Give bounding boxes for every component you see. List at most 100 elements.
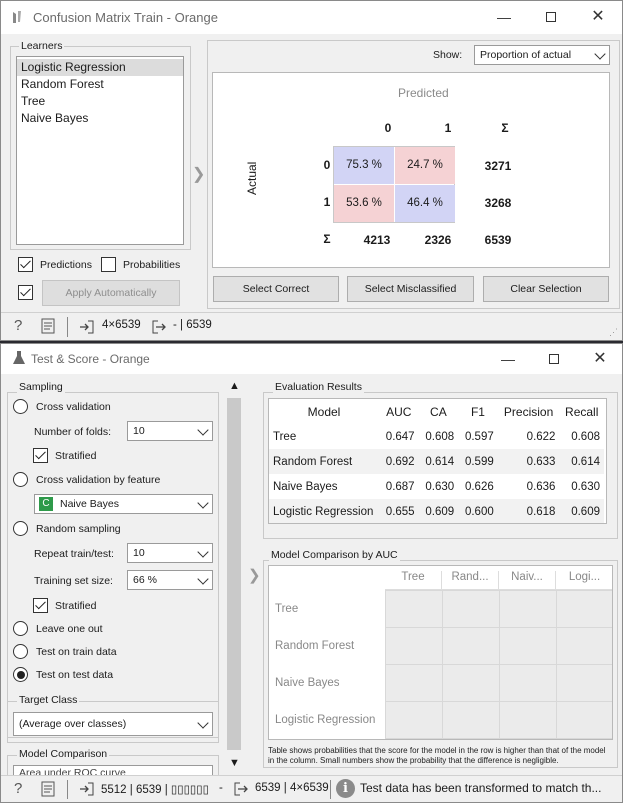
feature-select[interactable]: C Naive Bayes: [34, 494, 213, 514]
column-header-f1[interactable]: F1: [458, 399, 498, 424]
table-row[interactable]: Tree 0.647 0.608 0.597 0.622 0.608: [269, 424, 604, 449]
target-class-value: (Average over classes): [19, 718, 127, 730]
precision-value: 0.636: [526, 480, 556, 493]
random-sampling-radio[interactable]: [13, 521, 28, 536]
splitter-arrow-icon[interactable]: ❯: [192, 164, 205, 184]
model-comparison-label: Model Comparison: [17, 748, 110, 760]
close-icon[interactable]: ✕: [585, 347, 615, 371]
column-header-precision[interactable]: Precision: [498, 399, 560, 424]
info-icon[interactable]: i: [336, 779, 355, 798]
matrix-cell-wrong[interactable]: 24.7 %: [395, 147, 455, 184]
comparison-row-header[interactable]: Logistic Regression: [275, 714, 375, 726]
comparison-row-header[interactable]: Naive Bayes: [275, 677, 340, 689]
target-class-label: Target Class: [17, 694, 80, 706]
status-output-summary: 6539 | 4×6539: [255, 782, 329, 794]
status-separator: [67, 780, 68, 799]
scroll-down-icon[interactable]: ▼: [229, 757, 240, 769]
col-header: 1: [444, 121, 452, 135]
matrix-cell-wrong[interactable]: 53.6 %: [334, 185, 394, 222]
comparison-row-header[interactable]: Random Forest: [275, 640, 354, 652]
column-header-model[interactable]: Model: [269, 399, 379, 424]
stratified-checkbox[interactable]: [33, 448, 48, 463]
recall-value: 0.614: [559, 449, 604, 474]
leave-one-out-label: Leave one out: [36, 623, 103, 635]
status-info-message[interactable]: Test data has been transformed to match …: [360, 781, 601, 795]
auc-value: 0.692: [379, 449, 419, 474]
test-on-train-label: Test on train data: [36, 646, 117, 658]
matrix-cell-correct[interactable]: 46.4 %: [395, 185, 455, 222]
show-select[interactable]: Proportion of actual: [474, 45, 610, 65]
recall-value: 0.609: [559, 499, 604, 523]
predictions-checkbox[interactable]: [18, 257, 33, 272]
cv-by-feature-radio[interactable]: [13, 472, 28, 487]
cross-validation-radio[interactable]: [13, 399, 28, 414]
probabilities-checkbox[interactable]: [101, 257, 116, 272]
apply-automatically-button[interactable]: Apply Automatically: [42, 280, 180, 306]
resize-grip-icon[interactable]: ⋰: [609, 327, 618, 338]
title-bar[interactable]: Test & Score - Orange — ✕: [1, 344, 622, 374]
evaluation-table: Model AUC CA F1 Precision Recall Tree 0.…: [268, 398, 607, 524]
scroll-up-icon[interactable]: ▲: [229, 380, 240, 392]
comparison-col-header[interactable]: Rand...: [442, 571, 499, 590]
comparison-col-header[interactable]: Logi...: [556, 571, 612, 590]
confusion-matrix-view: Predicted Actual 0 1 Σ 0 1 Σ 75.3 % 24.7…: [212, 72, 610, 268]
comparison-col-header[interactable]: Naiv...: [499, 571, 556, 590]
table-row[interactable]: Naive Bayes 0.687 0.630 0.626 0.636 0.63…: [269, 474, 604, 499]
select-correct-button[interactable]: Select Correct: [213, 276, 339, 302]
repeat-select[interactable]: 10: [127, 543, 213, 563]
select-misclassified-button[interactable]: Select Misclassified: [347, 276, 474, 302]
show-label: Show:: [433, 49, 463, 61]
column-header-ca[interactable]: CA: [419, 399, 459, 424]
help-icon[interactable]: ?: [14, 780, 22, 797]
show-select-value: Proportion of actual: [480, 49, 572, 61]
row-header: Σ: [323, 232, 331, 246]
stratified-label: Stratified: [55, 600, 97, 612]
actual-label: Actual: [245, 161, 259, 195]
matrix-cells: 75.3 % 24.7 % 53.6 % 46.4 %: [333, 146, 455, 223]
help-icon[interactable]: ?: [14, 317, 22, 334]
report-icon[interactable]: [41, 318, 55, 334]
learner-item[interactable]: Naive Bayes: [17, 110, 183, 127]
scrollbar-thumb[interactable]: [227, 398, 241, 750]
learner-item[interactable]: Tree: [17, 93, 183, 110]
apply-automatically-checkbox[interactable]: [18, 285, 33, 300]
table-row[interactable]: Logistic Regression 0.655 0.609 0.600 0.…: [269, 499, 604, 523]
target-class-select[interactable]: (Average over classes): [13, 712, 213, 736]
test-on-test-radio[interactable]: [13, 667, 28, 682]
model-comparison-by-auc-label: Model Comparison by AUC: [269, 549, 400, 561]
learner-item[interactable]: Logistic Regression: [17, 59, 183, 76]
maximize-icon[interactable]: [536, 5, 566, 29]
status-bar: ? 5512 | 6539 | ▯▯▯▯▯▯ - 6539 | 4×6539 i…: [1, 775, 622, 802]
row-sum: 3268: [484, 196, 512, 210]
controls-scrollbar[interactable]: ▲ ▼: [225, 380, 243, 774]
maximize-icon[interactable]: [539, 347, 569, 371]
table-row[interactable]: Random Forest 0.692 0.614 0.599 0.633 0.…: [269, 449, 604, 474]
status-output-summary: - | 6539: [173, 319, 212, 331]
comparison-row-header[interactable]: Tree: [275, 603, 298, 615]
title-bar[interactable]: Confusion Matrix Train - Orange — ✕: [1, 1, 622, 34]
orange-app-icon: [13, 11, 21, 23]
learners-list[interactable]: Logistic Regression Random Forest Tree N…: [16, 56, 184, 245]
test-on-train-radio[interactable]: [13, 644, 28, 659]
minimize-icon[interactable]: —: [493, 347, 523, 371]
report-icon[interactable]: [41, 781, 55, 797]
chevron-down-icon: [197, 497, 209, 509]
column-header-recall[interactable]: Recall: [559, 399, 604, 424]
train-size-select[interactable]: 66 %: [127, 570, 213, 590]
chevron-down-icon: [594, 48, 606, 60]
stratified-checkbox[interactable]: [33, 598, 48, 613]
col-sum: 4213: [363, 233, 391, 247]
num-folds-select[interactable]: 10: [127, 421, 213, 441]
model-name: Logistic Regression: [269, 499, 379, 523]
splitter-arrow-icon[interactable]: ❯: [248, 566, 261, 584]
predicted-label: Predicted: [398, 86, 449, 100]
close-icon[interactable]: ✕: [583, 5, 613, 29]
learner-item[interactable]: Random Forest: [17, 76, 183, 93]
comparison-col-header[interactable]: Tree: [385, 571, 442, 590]
clear-selection-button[interactable]: Clear Selection: [483, 276, 609, 302]
minimize-icon[interactable]: —: [489, 5, 519, 29]
matrix-cell-correct[interactable]: 75.3 %: [334, 147, 394, 184]
leave-one-out-radio[interactable]: [13, 621, 28, 636]
column-header-auc[interactable]: AUC: [379, 399, 419, 424]
feature-value: Naive Bayes: [60, 498, 119, 510]
